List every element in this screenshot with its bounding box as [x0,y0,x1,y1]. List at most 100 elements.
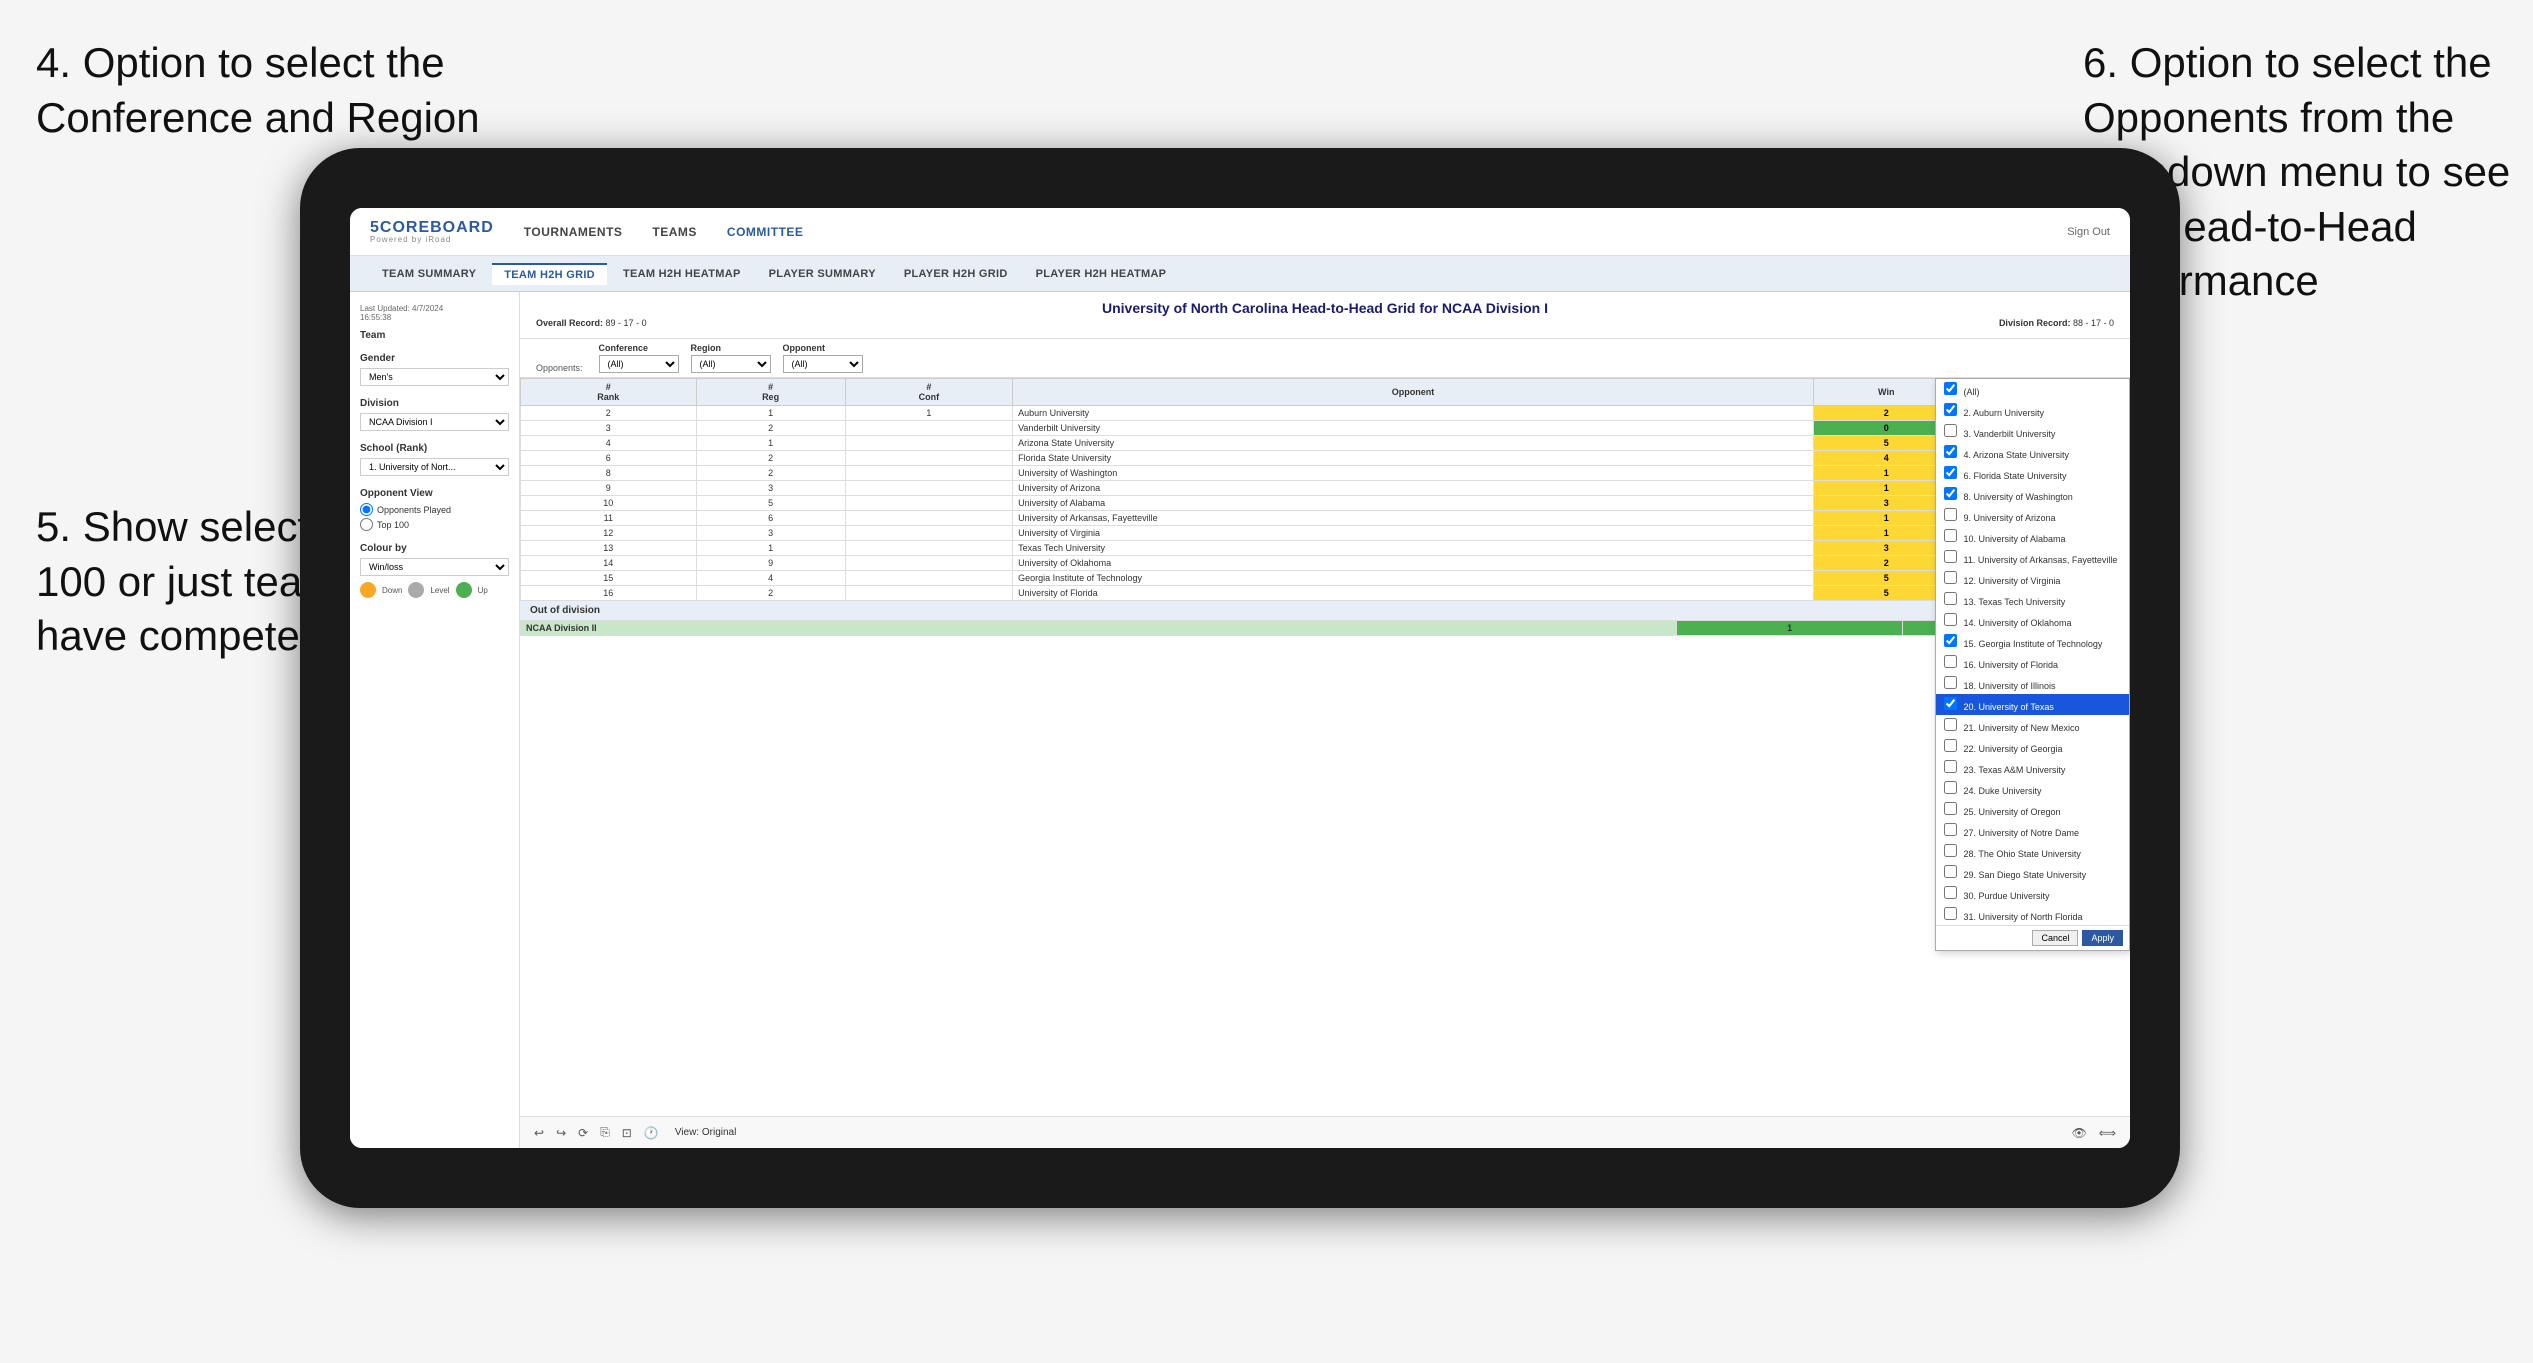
opponent-dropdown: (All) 2. Auburn University 3. Vanderbilt… [1935,378,2130,951]
apply-button[interactable]: Apply [2082,930,2123,946]
region-filter-select[interactable]: (All) [691,355,771,373]
opponent-cell: University of Washington [1013,466,1814,481]
dropdown-checkbox[interactable] [1944,802,1957,815]
division-select[interactable]: NCAA Division I [360,413,509,431]
dropdown-checkbox[interactable] [1944,382,1957,395]
last-updated-label: Last Updated: 4/7/2024 [360,304,509,313]
dropdown-checkbox[interactable] [1944,487,1957,500]
dropdown-checkbox[interactable] [1944,676,1957,689]
dropdown-item[interactable]: 23. Texas A&M University [1936,757,2129,778]
dropdown-checkbox[interactable] [1944,403,1957,416]
dropdown-checkbox[interactable] [1944,886,1957,899]
rank-cell: 15 [521,571,697,586]
dropdown-checkbox[interactable] [1944,445,1957,458]
subnav-player-h2h-heatmap[interactable]: PLAYER H2H HEATMAP [1024,264,1179,284]
tablet-frame: 5COREBOARD Powered by iRoad TOURNAMENTS … [300,148,2180,1208]
conf-cell [845,421,1013,436]
dropdown-item[interactable]: 29. San Diego State University [1936,862,2129,883]
dropdown-checkbox[interactable] [1944,781,1957,794]
dropdown-checkbox[interactable] [1944,718,1957,731]
dropdown-checkbox[interactable] [1944,592,1957,605]
width-btn[interactable]: ⟺ [2095,1124,2120,1142]
fit-btn[interactable]: ⊡ [618,1124,636,1142]
dropdown-item[interactable]: (All) [1936,379,2129,400]
reset-btn[interactable]: ⟳ [574,1124,592,1142]
dropdown-checkbox[interactable] [1944,550,1957,563]
dropdown-checkbox[interactable] [1944,823,1957,836]
colour-label: Colour by [360,543,509,554]
dropdown-item[interactable]: 31. University of North Florida [1936,904,2129,925]
dropdown-item[interactable]: 13. Texas Tech University [1936,589,2129,610]
dropdown-item[interactable]: 16. University of Florida [1936,652,2129,673]
eye-btn[interactable]: 👁 [2068,1124,2091,1142]
sidebar-team-section: Team [360,330,509,341]
dropdown-checkbox[interactable] [1944,865,1957,878]
dropdown-checkbox[interactable] [1944,529,1957,542]
dropdown-item[interactable]: 28. The Ohio State University [1936,841,2129,862]
reg-cell: 1 [696,436,845,451]
dropdown-item[interactable]: 6. Florida State University [1936,463,2129,484]
nav-signout[interactable]: Sign Out [2067,226,2110,238]
dropdown-item[interactable]: 30. Purdue University [1936,883,2129,904]
dropdown-item[interactable]: 9. University of Arizona [1936,505,2129,526]
dropdown-item[interactable]: 21. University of New Mexico [1936,715,2129,736]
nav-teams[interactable]: TEAMS [652,221,697,243]
dropdown-checkbox[interactable] [1944,697,1957,710]
subnav-team-h2h-heatmap[interactable]: TEAM H2H HEATMAP [611,264,753,284]
legend-down-dot [360,582,376,598]
dropdown-item[interactable]: 10. University of Alabama [1936,526,2129,547]
dropdown-checkbox[interactable] [1944,655,1957,668]
col-opponent: Opponent [1013,379,1814,406]
dropdown-item[interactable]: 2. Auburn University [1936,400,2129,421]
colour-select[interactable]: Win/loss [360,558,509,576]
subnav-player-summary[interactable]: PLAYER SUMMARY [757,264,888,284]
table-area: #Rank #Reg #Conf Opponent Win Loss 2 [520,378,2130,1116]
conference-filter-select[interactable]: (All) [599,355,679,373]
copy-btn[interactable]: ⎘ [596,1123,614,1142]
grid-header-inner: University of North Carolina Head-to-Hea… [536,300,2114,328]
dropdown-item[interactable]: 11. University of Arkansas, Fayetteville [1936,547,2129,568]
sidebar-panel: Last Updated: 4/7/2024 16:55:38 Team Gen… [350,292,520,1148]
dropdown-checkbox[interactable] [1944,508,1957,521]
opponent-filter-select[interactable]: (All) [783,355,863,373]
dropdown-item[interactable]: 4. Arizona State University [1936,442,2129,463]
nav-tournaments[interactable]: TOURNAMENTS [524,221,623,243]
dropdown-item[interactable]: 24. Duke University [1936,778,2129,799]
dropdown-checkbox[interactable] [1944,760,1957,773]
dropdown-item[interactable]: 3. Vanderbilt University [1936,421,2129,442]
dropdown-item[interactable]: 27. University of Notre Dame [1936,820,2129,841]
dropdown-item[interactable]: 25. University of Oregon [1936,799,2129,820]
dropdown-item[interactable]: 18. University of Illinois [1936,673,2129,694]
reg-cell: 4 [696,571,845,586]
subnav-team-h2h-grid[interactable]: TEAM H2H GRID [492,263,607,285]
clock-btn[interactable]: 🕐 [640,1124,663,1142]
dropdown-checkbox[interactable] [1944,424,1957,437]
dropdown-checkbox[interactable] [1944,466,1957,479]
redo-btn[interactable]: ↪ [552,1124,570,1142]
dropdown-checkbox[interactable] [1944,634,1957,647]
dropdown-checkbox[interactable] [1944,613,1957,626]
radio-opponents-played[interactable]: Opponents Played [360,503,509,516]
undo-btn[interactable]: ↩ [530,1124,548,1142]
dropdown-checkbox[interactable] [1944,739,1957,752]
dropdown-item[interactable]: 15. Georgia Institute of Technology [1936,631,2129,652]
subnav-player-h2h-grid[interactable]: PLAYER H2H GRID [892,264,1020,284]
dropdown-item[interactable]: 8. University of Washington [1936,484,2129,505]
reg-cell: 3 [696,526,845,541]
rank-cell: 8 [521,466,697,481]
gender-select[interactable]: Men's [360,368,509,386]
nav-logo: 5COREBOARD Powered by iRoad [370,220,494,244]
school-select[interactable]: 1. University of Nort... [360,458,509,476]
subnav-team-summary[interactable]: TEAM SUMMARY [370,264,488,284]
dropdown-item[interactable]: 20. University of Texas [1936,694,2129,715]
radio-top100[interactable]: Top 100 [360,518,509,531]
dropdown-checkbox[interactable] [1944,844,1957,857]
region-filter-group: Region (All) [691,343,771,373]
dropdown-item[interactable]: 12. University of Virginia [1936,568,2129,589]
dropdown-item[interactable]: 22. University of Georgia [1936,736,2129,757]
dropdown-checkbox[interactable] [1944,571,1957,584]
dropdown-checkbox[interactable] [1944,907,1957,920]
dropdown-item[interactable]: 14. University of Oklahoma [1936,610,2129,631]
cancel-button[interactable]: Cancel [2032,930,2078,946]
nav-committee[interactable]: COMMITTEE [727,221,804,243]
